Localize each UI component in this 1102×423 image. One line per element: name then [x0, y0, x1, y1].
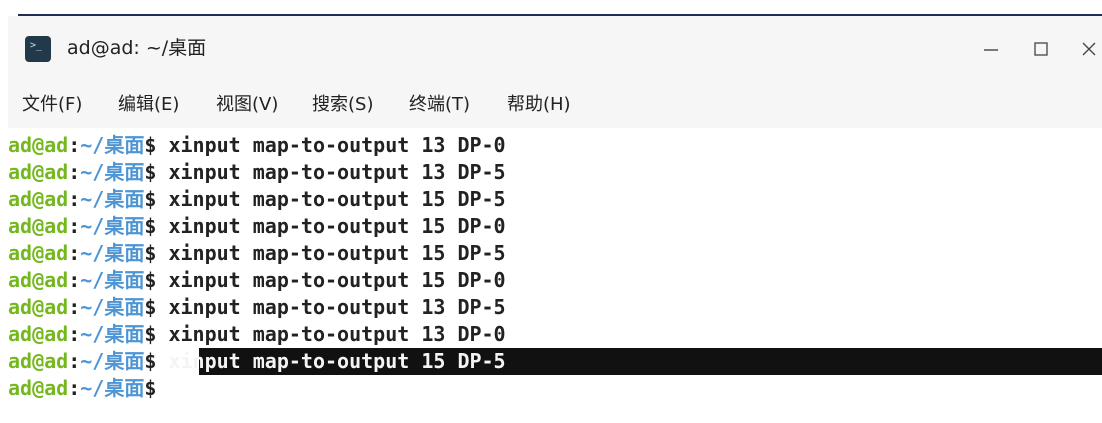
- command-text: xinput map-to-output 15 DP-5: [168, 241, 506, 265]
- terminal-window: >_ ad@ad: ~/桌面 文件(F) 编辑(E) 视图(V) 搜索(S) 终…: [8, 16, 1102, 423]
- maximize-button[interactable]: [1024, 32, 1058, 66]
- prompt-separator: :: [68, 187, 81, 211]
- prompt-symbol: $: [144, 241, 157, 265]
- prompt-path: ~/桌面: [80, 376, 145, 400]
- close-button[interactable]: [1072, 32, 1102, 66]
- selected-command-text[interactable]: xinput map-to-output 15 DP-5: [168, 349, 505, 373]
- prompt-path: ~/桌面: [80, 187, 145, 211]
- prompt-symbol: $: [144, 187, 157, 211]
- menu-bar: 文件(F) 编辑(E) 视图(V) 搜索(S) 终端(T) 帮助(H): [8, 82, 1102, 128]
- prompt-user: ad@ad: [8, 133, 69, 157]
- prompt-symbol: $: [144, 295, 157, 319]
- prompt-path: ~/桌面: [80, 241, 145, 265]
- prompt-user: ad@ad: [8, 295, 69, 319]
- menu-search[interactable]: 搜索(S): [312, 92, 373, 118]
- title-bar[interactable]: >_ ad@ad: ~/桌面: [8, 16, 1102, 82]
- command-text: xinput map-to-output 15 DP-5: [168, 187, 506, 211]
- prompt-separator: :: [68, 376, 81, 400]
- terminal-app-icon: >_: [25, 36, 51, 62]
- command-text: xinput map-to-output 13 DP-0: [168, 133, 506, 157]
- prompt-path: ~/桌面: [80, 322, 145, 346]
- minimize-icon: [984, 49, 998, 51]
- terminal-line: ad@ad:~/桌面$ xinput map-to-output 15 DP-0: [8, 267, 506, 294]
- prompt-separator: :: [68, 133, 81, 157]
- prompt-symbol: $: [144, 133, 157, 157]
- terminal-line: ad@ad:~/桌面$ xinput map-to-output 13 DP-5: [8, 294, 506, 321]
- command-text: xinput map-to-output 15 DP-0: [168, 214, 506, 238]
- prompt-user: ad@ad: [8, 376, 69, 400]
- prompt-user: ad@ad: [8, 241, 69, 265]
- prompt-user: ad@ad: [8, 160, 69, 184]
- prompt-separator: :: [68, 349, 81, 373]
- prompt-path: ~/桌面: [80, 214, 145, 238]
- maximize-icon: [1034, 42, 1048, 56]
- terminal-line: ad@ad:~/桌面$ xinput map-to-output 15 DP-5: [8, 240, 506, 267]
- prompt-separator: :: [68, 214, 81, 238]
- terminal-output[interactable]: ad@ad:~/桌面$ xinput map-to-output 13 DP-0…: [8, 128, 1102, 423]
- prompt-user: ad@ad: [8, 187, 69, 211]
- prompt-path: ~/桌面: [80, 133, 145, 157]
- terminal-current-prompt[interactable]: ad@ad:~/桌面$: [8, 375, 156, 402]
- prompt-separator: :: [68, 295, 81, 319]
- terminal-line: ad@ad:~/桌面$ xinput map-to-output 15 DP-0: [8, 213, 506, 240]
- menu-help[interactable]: 帮助(H): [507, 92, 571, 118]
- prompt-user: ad@ad: [8, 322, 69, 346]
- menu-edit[interactable]: 编辑(E): [118, 92, 179, 118]
- prompt-user: ad@ad: [8, 268, 69, 292]
- prompt-path: ~/桌面: [80, 268, 145, 292]
- prompt-path: ~/桌面: [80, 295, 145, 319]
- menu-view[interactable]: 视图(V): [216, 92, 278, 118]
- menu-file[interactable]: 文件(F): [22, 92, 82, 118]
- prompt-user: ad@ad: [8, 349, 69, 373]
- prompt-path: ~/桌面: [80, 160, 145, 184]
- prompt-symbol: $: [144, 160, 157, 184]
- menu-terminal[interactable]: 终端(T): [409, 92, 470, 118]
- terminal-line: ad@ad:~/桌面$ xinput map-to-output 13 DP-5: [8, 159, 506, 186]
- window-title: ad@ad: ~/桌面: [67, 37, 207, 59]
- prompt-separator: :: [68, 241, 81, 265]
- prompt-path: ~/桌面: [80, 349, 145, 373]
- prompt-user: ad@ad: [8, 214, 69, 238]
- terminal-line: ad@ad:~/桌面$ xinput map-to-output 13 DP-0: [8, 321, 506, 348]
- prompt-symbol: $: [144, 349, 157, 373]
- prompt-separator: :: [68, 268, 81, 292]
- command-text: xinput map-to-output 15 DP-0: [168, 268, 506, 292]
- close-icon: [1082, 42, 1096, 56]
- prompt-symbol: $: [144, 322, 157, 346]
- minimize-button[interactable]: [974, 32, 1008, 66]
- command-text: xinput map-to-output 13 DP-0: [168, 322, 506, 346]
- terminal-line: ad@ad:~/桌面$ xinput map-to-output 13 DP-0: [8, 132, 506, 159]
- prompt-symbol: $: [144, 214, 157, 238]
- command-text: xinput map-to-output 13 DP-5: [168, 295, 506, 319]
- prompt-symbol: $: [144, 268, 157, 292]
- prompt-separator: :: [68, 322, 81, 346]
- prompt-separator: :: [68, 160, 81, 184]
- prompt-symbol: $: [144, 376, 157, 400]
- terminal-line-selected[interactable]: ad@ad:~/桌面$ xinput map-to-output 15 DP-5: [8, 348, 506, 375]
- terminal-line: ad@ad:~/桌面$ xinput map-to-output 15 DP-5: [8, 186, 506, 213]
- command-text: xinput map-to-output 13 DP-5: [168, 160, 506, 184]
